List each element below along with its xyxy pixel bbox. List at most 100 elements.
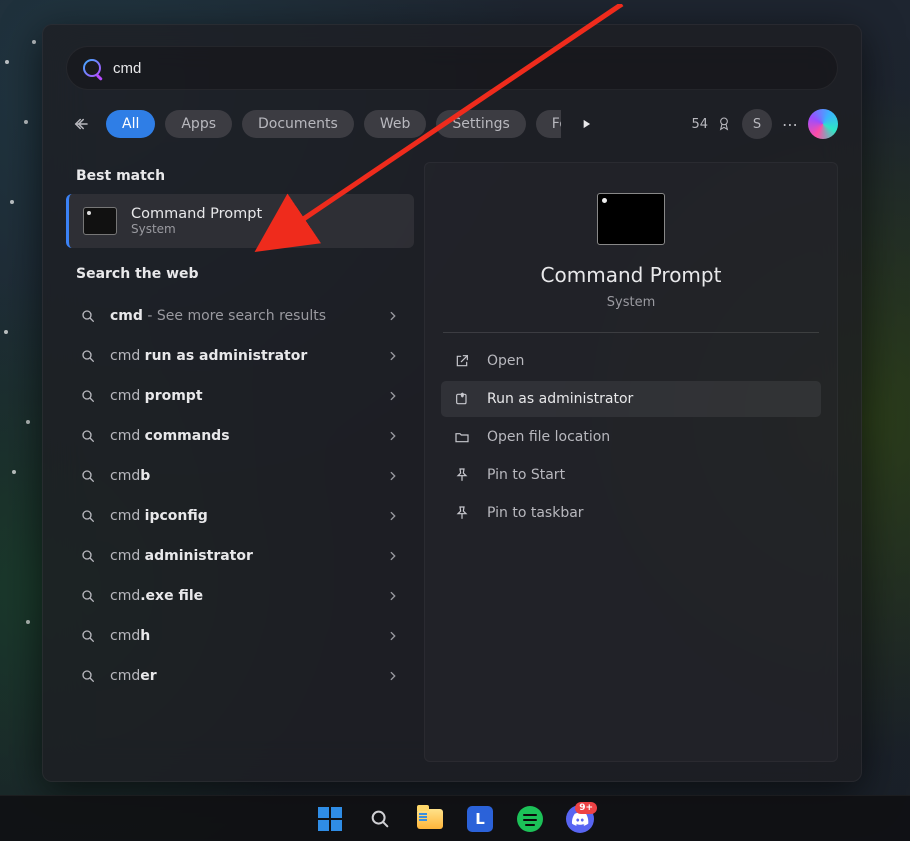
web-result-label: cmdb	[110, 468, 372, 484]
search-panel: AllAppsDocumentsWebSettingsFoldersPhotos…	[42, 24, 862, 782]
web-result-label: cmd administrator	[110, 548, 372, 564]
web-result[interactable]: cmd run as administrator	[66, 336, 414, 376]
filter-pill-documents[interactable]: Documents	[242, 110, 354, 138]
chevron-right-icon	[386, 469, 400, 483]
web-result-label: cmder	[110, 668, 372, 684]
web-result-label: cmd run as administrator	[110, 348, 372, 364]
filter-pill-apps[interactable]: Apps	[165, 110, 232, 138]
action-label: Open	[487, 353, 524, 369]
rewards-points: 54	[691, 117, 708, 132]
discord-icon: 9+	[566, 805, 594, 833]
web-result-label: cmd prompt	[110, 388, 372, 404]
chevron-right-icon	[386, 349, 400, 363]
chevron-right-icon	[386, 429, 400, 443]
preview-subtitle: System	[607, 295, 655, 310]
search-icon	[80, 428, 96, 444]
preview-pane: Command Prompt System Open Run as adminis…	[424, 162, 838, 762]
filter-pill-web[interactable]: Web	[364, 110, 427, 138]
search-icon	[80, 668, 96, 684]
filter-pills: AllAppsDocumentsWebSettingsFoldersPhotos	[106, 110, 561, 138]
web-result[interactable]: cmd.exe file	[66, 576, 414, 616]
web-result-label: cmdh	[110, 628, 372, 644]
results-column: Best match Command Prompt System Search …	[66, 162, 414, 762]
divider	[443, 332, 819, 333]
search-icon	[80, 628, 96, 644]
action-label: Pin to Start	[487, 467, 565, 483]
chevron-right-icon	[386, 309, 400, 323]
shield-icon	[453, 390, 471, 408]
web-result[interactable]: cmdb	[66, 456, 414, 496]
avatar-initial: S	[753, 117, 761, 132]
taskbar-app-L[interactable]: L	[464, 803, 496, 835]
web-result[interactable]: cmd prompt	[66, 376, 414, 416]
copilot-button[interactable]	[808, 109, 838, 139]
chevron-right-icon	[386, 509, 400, 523]
web-result-label: cmd commands	[110, 428, 372, 444]
action-label: Pin to taskbar	[487, 505, 584, 521]
best-match-label: Best match	[76, 168, 404, 184]
pin-icon	[453, 466, 471, 484]
preview-title: Command Prompt	[541, 263, 722, 287]
filter-pill-settings[interactable]: Settings	[436, 110, 525, 138]
medal-icon	[716, 116, 732, 132]
account-avatar[interactable]: S	[742, 109, 772, 139]
action-run-as-administrator[interactable]: Run as administrator	[441, 381, 821, 417]
chevron-right-icon	[386, 669, 400, 683]
action-open-file-location[interactable]: Open file location	[441, 419, 821, 455]
chevron-right-icon	[386, 389, 400, 403]
discord-button[interactable]: 9+	[564, 803, 596, 835]
web-result[interactable]: cmd ipconfig	[66, 496, 414, 536]
search-icon	[80, 588, 96, 604]
search-icon	[80, 388, 96, 404]
preview-actions: Open Run as administrator Open file locati…	[441, 343, 821, 531]
chevron-right-icon	[386, 549, 400, 563]
start-button[interactable]	[314, 803, 346, 835]
taskbar: L 9+	[0, 795, 910, 841]
notification-badge: 9+	[575, 802, 597, 814]
rewards-button[interactable]: 54	[691, 116, 732, 132]
app-thumbnail-icon	[83, 207, 117, 235]
action-pin-to-start[interactable]: Pin to Start	[441, 457, 821, 493]
folder-icon	[417, 809, 443, 829]
best-match-subtitle: System	[131, 222, 262, 236]
pin-icon	[453, 504, 471, 522]
more-menu-button[interactable]: ⋯	[782, 115, 798, 134]
open-icon	[453, 352, 471, 370]
file-explorer-button[interactable]	[414, 803, 446, 835]
web-result-label: cmd - See more search results	[110, 308, 372, 324]
filter-pill-folders[interactable]: Folders	[536, 110, 561, 138]
search-icon	[80, 468, 96, 484]
action-open[interactable]: Open	[441, 343, 821, 379]
web-result[interactable]: cmdh	[66, 616, 414, 656]
web-result-label: cmd ipconfig	[110, 508, 372, 524]
filter-row: AllAppsDocumentsWebSettingsFoldersPhotos…	[66, 104, 838, 144]
action-label: Open file location	[487, 429, 610, 445]
folder-icon	[453, 428, 471, 446]
preview-app-icon	[597, 193, 665, 245]
search-bar[interactable]	[66, 46, 838, 90]
spotify-icon	[517, 806, 543, 832]
chevron-right-icon	[386, 589, 400, 603]
search-input[interactable]	[111, 59, 821, 78]
action-pin-to-taskbar[interactable]: Pin to taskbar	[441, 495, 821, 531]
filter-pill-all[interactable]: All	[106, 110, 155, 138]
windows-logo-icon	[318, 807, 342, 831]
web-result[interactable]: cmder	[66, 656, 414, 696]
taskbar-search-button[interactable]	[364, 803, 396, 835]
search-icon	[369, 808, 391, 830]
search-icon	[80, 508, 96, 524]
spotify-button[interactable]	[514, 803, 546, 835]
search-icon	[80, 308, 96, 324]
web-result[interactable]: cmd - See more search results	[66, 296, 414, 336]
back-button[interactable]	[66, 109, 96, 139]
web-result[interactable]: cmd commands	[66, 416, 414, 456]
web-result[interactable]: cmd administrator	[66, 536, 414, 576]
action-label: Run as administrator	[487, 391, 633, 407]
web-result-label: cmd.exe file	[110, 588, 372, 604]
app-tile-icon: L	[467, 806, 493, 832]
search-web-label: Search the web	[76, 266, 404, 282]
best-match-result[interactable]: Command Prompt System	[66, 194, 414, 248]
web-results-list: cmd - See more search results cmd run as …	[66, 296, 414, 696]
chevron-right-icon	[386, 629, 400, 643]
more-filters-button[interactable]	[571, 117, 601, 131]
